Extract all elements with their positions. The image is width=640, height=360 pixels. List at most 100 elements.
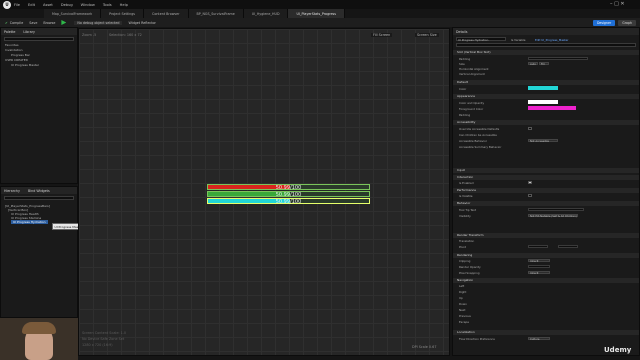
zoom-level: Zoom -5 (82, 33, 97, 37)
size-fill-button[interactable]: Fill (539, 61, 549, 65)
color-opacity-swatch[interactable] (528, 100, 558, 104)
palette-item[interactable]: Favorites (5, 43, 19, 47)
hierarchy-search-input[interactable] (4, 196, 74, 200)
tooltip-text-field[interactable] (528, 207, 584, 212)
hierarchy-panel: Hierarchy Bind Widgets [UI_PlayerStats_P… (0, 186, 86, 318)
menu-file[interactable]: File (14, 3, 20, 7)
pivot-y-field[interactable] (558, 244, 578, 249)
menu-help[interactable]: Help (120, 3, 128, 7)
section-accessibility[interactable]: Accessibility (453, 120, 639, 125)
padding-field[interactable] (528, 56, 588, 61)
compile-icon: ✔ (5, 20, 8, 25)
nav-left: Left (459, 284, 465, 288)
section-behavior[interactable]: Behavior (453, 201, 639, 206)
palette-item[interactable]: Progress Bar (11, 53, 30, 57)
flow-direction-dropdown[interactable]: Culture (528, 336, 550, 340)
debug-filter-dropdown[interactable]: No debug object selected (74, 20, 123, 25)
palette-item[interactable]: USER CREATED (5, 58, 28, 62)
unreal-logo-icon[interactable]: U (3, 0, 11, 9)
menu-edit[interactable]: Edit (28, 3, 35, 7)
color-swatch[interactable] (528, 86, 558, 90)
progress-label: 50.99/100 (275, 191, 302, 198)
toolbar: ✔ Compile Save Browse No debug object sel… (0, 18, 640, 27)
foreground-swatch[interactable] (528, 106, 576, 110)
size-auto-button[interactable]: Auto (528, 61, 538, 65)
prop-visibility: Visibility (459, 214, 471, 218)
nav-down: Down (459, 302, 467, 306)
play-icon (61, 20, 67, 25)
edit-master-link[interactable]: Edit UI_Progress_Master (535, 38, 568, 42)
menu-tools[interactable]: Tools (103, 3, 112, 7)
widget-reflector-button[interactable]: Widget Reflector (128, 21, 155, 25)
section-navigation[interactable]: Navigation (453, 278, 639, 283)
menu-window[interactable]: Window (81, 3, 95, 7)
prop-h-align: Horizontal Alignment (459, 67, 489, 71)
play-button[interactable] (61, 20, 68, 25)
access-behavior-dropdown[interactable]: Not Accessible (528, 138, 558, 142)
tab-library[interactable]: Library (23, 30, 35, 34)
tab-hierarchy[interactable]: Hierarchy (4, 189, 20, 193)
nav-escape: Escape (459, 320, 469, 324)
tab-player-stats[interactable]: UI_PlayerStats_Progress (288, 9, 345, 18)
is-volatile-checkbox[interactable] (528, 193, 532, 197)
section-rendering[interactable]: Rendering (453, 253, 639, 258)
section-interaction[interactable]: Interaction (453, 175, 639, 180)
graph-button[interactable]: Graph (618, 20, 636, 26)
details-panel: Details UI Progress Hydration Is Variabl… (452, 27, 640, 356)
palette-item[interactable]: Invalidation (5, 48, 23, 52)
menu-debug[interactable]: Debug (61, 3, 73, 7)
render-opacity-field[interactable] (528, 264, 550, 269)
menu-asset[interactable]: Asset (43, 3, 53, 7)
details-header: Details (453, 28, 639, 35)
nav-up: Up (459, 296, 463, 300)
section-localization[interactable]: Localization (453, 330, 639, 335)
visibility-dropdown[interactable]: Not Hit-Testable (Self & All Children) (528, 213, 578, 217)
nav-previous: Previous (459, 314, 471, 318)
save-button[interactable]: Save (29, 21, 37, 25)
hierarchy-header: Hierarchy Bind Widgets (1, 187, 77, 194)
clipping-dropdown[interactable]: Inherit (528, 258, 550, 262)
prop-size: Size (459, 62, 465, 66)
section-slot[interactable]: Slot (Vertical Box Slot) (453, 50, 639, 55)
palette-item[interactable]: UI Progress Master (11, 63, 39, 67)
is-variable-checkbox[interactable]: Is Variable (511, 38, 526, 42)
progress-bar-hydration[interactable]: 50.99/100 (207, 198, 370, 205)
minimize-icon[interactable]: – (610, 1, 613, 7)
prop-color-opacity: Color and Opacity (459, 101, 485, 105)
tab-content-browser[interactable]: Content Browser (144, 9, 189, 18)
tab-palette[interactable]: Palette (4, 30, 15, 34)
section-input[interactable]: Input (453, 168, 639, 173)
pivot-x-field[interactable] (528, 244, 548, 249)
designer-button[interactable]: Designer (592, 20, 616, 26)
details-search-input[interactable] (456, 43, 636, 47)
tab-bp-survival[interactable]: BP_NGS_SurvivalFrame (188, 9, 244, 18)
section-default[interactable]: Default (453, 80, 639, 85)
progress-bar-stamina[interactable]: 50.99/100 (207, 191, 370, 198)
override-access-checkbox[interactable] (528, 126, 532, 130)
presenter-webcam (0, 318, 78, 360)
browse-button[interactable]: Browse (43, 21, 55, 25)
fill-screen-dropdown[interactable]: Fill Screen (371, 33, 393, 37)
tab-map[interactable]: Map_SurvivalFramework (44, 9, 102, 18)
close-icon[interactable]: ✕ (620, 1, 624, 7)
udemy-watermark: Udemy (604, 346, 632, 354)
tab-project-settings[interactable]: Project Settings (101, 9, 145, 18)
prop-flow-direction: Flow Direction Preference (459, 337, 495, 341)
compile-button[interactable]: ✔ Compile (5, 21, 23, 25)
resolution-text: 1280 x 720 (16:9) (82, 343, 113, 347)
tab-bind-widgets[interactable]: Bind Widgets (28, 189, 50, 193)
palette-search-input[interactable] (4, 37, 74, 41)
section-performance[interactable]: Performance (453, 188, 639, 193)
prop-is-volatile: Is Volatile (459, 194, 473, 198)
is-enabled-checkbox[interactable] (528, 180, 532, 184)
maximize-icon[interactable]: □ (614, 1, 619, 7)
section-render-transform[interactable]: Render Transform (453, 233, 639, 238)
section-appearance[interactable]: Appearance (453, 94, 639, 99)
progress-bar-health[interactable]: 50.99/100 (207, 184, 370, 191)
tree-item-selected[interactable]: UI Progress Hydration (11, 220, 48, 224)
tab-hygiene-hud[interactable]: UI_Hygiene_HUD (243, 9, 289, 18)
prop-clipping: Clipping (459, 259, 471, 263)
pixel-snapping-dropdown[interactable]: Inherit (528, 270, 550, 274)
screen-size-dropdown[interactable]: Screen Size (415, 33, 439, 37)
prop-padding-2: Padding (459, 113, 471, 117)
